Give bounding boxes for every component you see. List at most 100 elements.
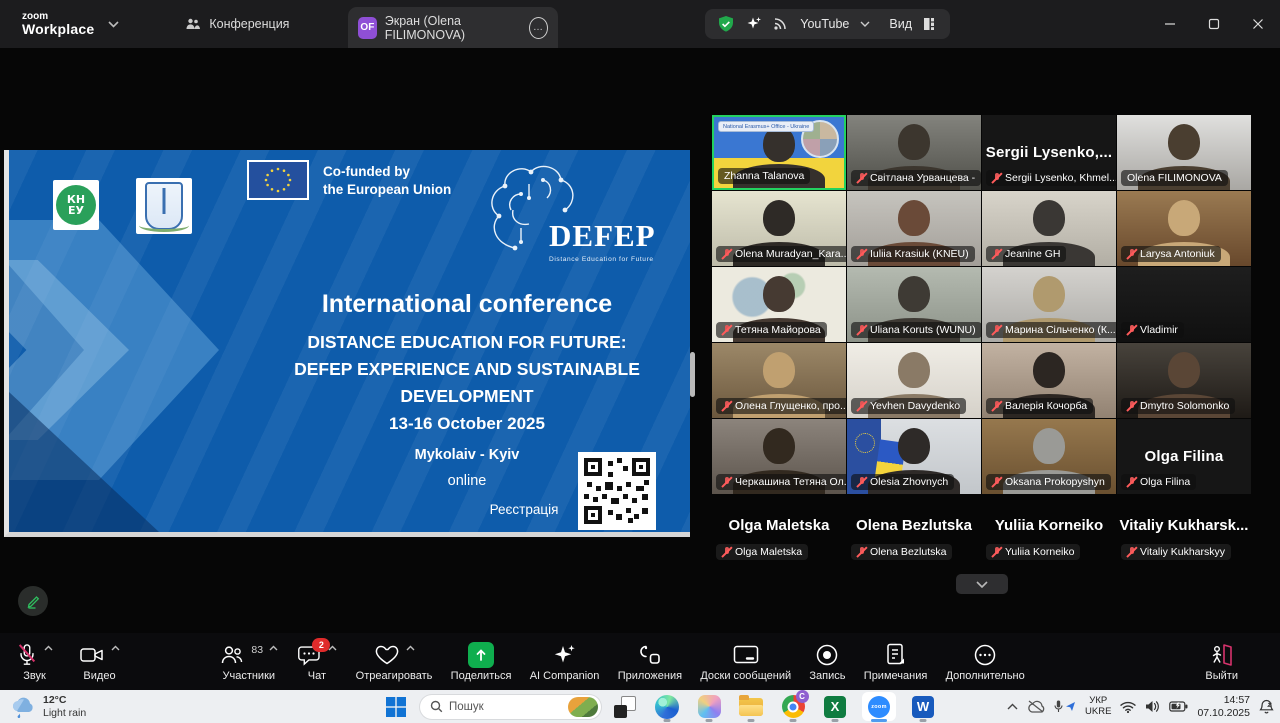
leave-button[interactable]: Выйти [1199,638,1244,686]
participant-tile[interactable]: Iuliia Krasiuk (KNEU) [847,191,981,266]
participant-tile[interactable]: Валерія Кочорба [982,343,1116,418]
record-button[interactable]: Запись [803,638,851,686]
slide-subtitle-line2: DEFEP EXPERIENCE AND SUSTAINABLE [229,359,690,380]
participant-tile[interactable]: Olga Filina Olga Filina [1117,419,1251,494]
notes-button[interactable]: Примечания [858,638,934,686]
participant-tile[interactable]: Olena Bezlutska Olena Bezlutska [847,495,981,579]
task-view-button[interactable] [607,690,643,723]
participant-tile[interactable]: Олена Глущенко, про... [712,343,846,418]
system-tray: УКРUKRE 14:5707.10.2025 [1007,690,1274,723]
participant-tile[interactable]: Dmytro Solomonko [1117,343,1251,418]
word-app-button[interactable]: W [905,690,941,723]
more-button[interactable]: Дополнительно [940,638,1031,686]
word-icon: W [912,696,934,718]
location-in-use-indicator [1065,701,1076,712]
avatar: OF [358,17,377,39]
onedrive-cloud-icon[interactable] [1027,700,1045,713]
video-options-chevron[interactable] [111,645,120,651]
share-screen-button[interactable]: Поделиться [445,638,518,686]
file-explorer-button[interactable] [733,690,769,723]
taskbar-search-box[interactable]: Пошук [420,695,601,719]
tray-expand-chevron[interactable] [1007,703,1018,710]
heart-icon [374,642,400,668]
battery-icon[interactable] [1169,701,1188,712]
edge-app-button[interactable] [649,690,685,723]
participant-tile[interactable]: Тетяна Майорова [712,267,846,342]
participant-tile[interactable]: Черкашина Тетяна Ол... [712,419,846,494]
participant-name-label: Oksana Prokopyshyn [986,474,1111,490]
participant-tile[interactable]: National Erasmus+ Office - Ukraine Zhann… [712,115,846,190]
search-icon [430,700,443,713]
participant-tile[interactable]: Марина Сільченко (К... [982,267,1116,342]
annotate-button[interactable] [18,586,48,616]
volume-icon[interactable] [1145,700,1160,713]
mic-in-use-indicator[interactable] [1054,700,1076,713]
security-shield-icon[interactable] [717,15,735,33]
excel-app-button[interactable]: X [817,690,853,723]
participant-tile[interactable]: Світлана Урванцева - [847,115,981,190]
stream-chevron-down-icon[interactable] [860,21,870,27]
ai-sparkle-icon[interactable] [746,16,762,32]
reactions-options-chevron[interactable] [406,645,415,651]
edge-icon [655,695,679,719]
live-stream-icon[interactable] [773,17,789,31]
tab-conference[interactable]: Конференция [185,17,289,31]
participant-tile[interactable]: Olga Maletska Olga Maletska [712,495,846,579]
youtube-stream-label[interactable]: YouTube [800,17,849,31]
participant-name-label: Olesia Zhovnych [851,474,954,490]
participant-name-label: Olga Filina [1121,474,1196,490]
participant-tile[interactable]: Olena FILIMONOVA [1117,115,1251,190]
start-button[interactable] [378,690,414,723]
participant-tile[interactable]: Vitaliy Kukharsk... Vitaliy Kukharskyy [1117,495,1251,579]
notification-bell-icon[interactable] [1259,699,1274,714]
language-indicator[interactable]: УКРUKRE [1085,696,1111,718]
ai-companion-button[interactable]: AI Companion [524,638,606,686]
registration-qr-code [578,452,656,530]
chrome-profile-badge: C [796,690,809,703]
panel-resize-handle[interactable] [690,352,695,397]
video-button[interactable]: Видео [73,638,126,686]
audio-button[interactable]: Звук [10,638,59,686]
participant-tile[interactable]: Larysa Antoniuk [1117,191,1251,266]
tab-screen-share[interactable]: OF Экран (Olena FILIMONOVA) … [348,7,558,48]
wifi-icon[interactable] [1120,701,1136,713]
participant-name-label: Zhanna Talanova [718,168,810,184]
participant-tile[interactable]: Jeanine GH [982,191,1116,266]
maximize-button[interactable] [1192,0,1236,48]
slide-subtitle-line1: DISTANCE EDUCATION FOR FUTURE: [229,332,690,353]
tab-more-icon[interactable]: … [529,17,548,39]
workspace-chevron-down-icon[interactable] [108,21,119,28]
chat-button[interactable]: 2 Чат [290,638,343,686]
participant-tile[interactable]: Uliana Koruts (WUNU) [847,267,981,342]
chrome-app-button[interactable]: C [775,690,811,723]
view-button-label[interactable]: Вид [889,17,912,31]
participant-tile[interactable]: Olena Muradyan_Kara... [712,191,846,266]
whiteboard-icon [732,642,760,668]
view-layout-icon[interactable] [923,17,938,31]
taskbar-clock[interactable]: 14:5707.10.2025 [1197,694,1250,719]
participant-tile[interactable]: Yuliia Korneiko Yuliia Korneiko [982,495,1116,579]
participant-tile[interactable]: Oksana Prokopyshyn [982,419,1116,494]
audio-options-chevron[interactable] [44,645,53,651]
zoom-app-button[interactable]: zoom [859,690,899,723]
participants-button[interactable]: 83 Участники [213,638,284,686]
participants-options-chevron[interactable] [269,645,278,651]
participant-tile[interactable]: Sergii Lysenko,... Sergii Lysenko, Khmel… [982,115,1116,190]
excel-icon: X [824,696,846,718]
participant-name-label: Olga Maletska [716,544,808,560]
window-controls [1148,0,1280,48]
participant-tile[interactable]: Yevhen Davydenko [847,343,981,418]
minimize-button[interactable] [1148,0,1192,48]
participant-name-label: Світлана Урванцева - [851,170,981,186]
taskbar-weather-widget[interactable]: 12°CLight rain [10,694,86,718]
slide-title: International conference [229,290,690,319]
apps-button[interactable]: Приложения [612,638,688,686]
reactions-button[interactable]: Отреагировать [350,638,439,686]
close-button[interactable] [1236,0,1280,48]
whiteboards-button[interactable]: Доски сообщений [694,638,797,686]
notes-icon [884,642,908,668]
copilot-app-button[interactable] [691,690,727,723]
participant-tile[interactable]: Olesia Zhovnych [847,419,981,494]
participant-name-label: Dmytro Solomonko [1121,398,1235,414]
participant-tile[interactable]: Vladimir [1117,267,1251,342]
